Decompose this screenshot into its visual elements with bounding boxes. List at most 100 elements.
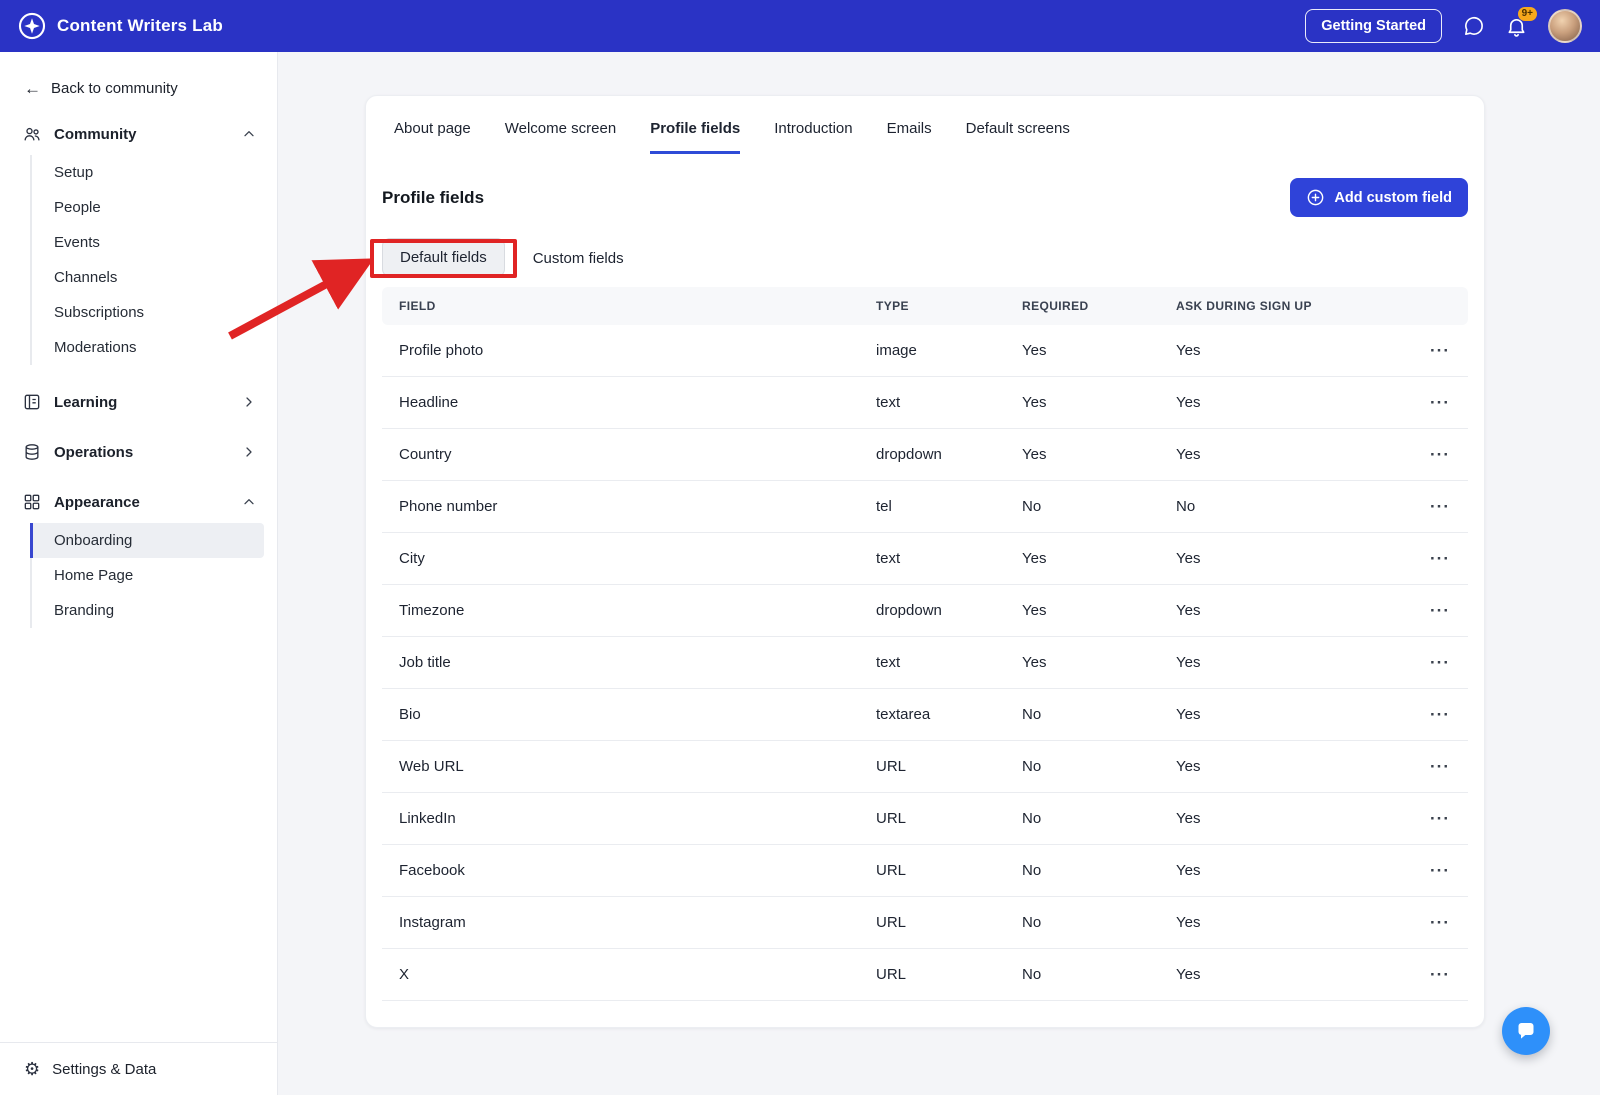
tab-about-page[interactable]: About page: [394, 120, 471, 154]
settings-data-label: Settings & Data: [52, 1060, 157, 1078]
getting-started-button[interactable]: Getting Started: [1305, 9, 1442, 43]
sidebar-section-operations[interactable]: Operations: [0, 431, 277, 473]
cell-field: Profile photo: [399, 342, 484, 359]
cell-type: URL: [876, 810, 907, 827]
table-row: Web URL URL No Yes ···: [382, 741, 1468, 793]
cell-ask: Yes: [1176, 862, 1201, 879]
row-menu-button[interactable]: ···: [1430, 497, 1450, 517]
back-to-community-link[interactable]: ← Back to community: [0, 52, 277, 113]
sidebar-section-label: Operations: [54, 443, 134, 461]
row-menu-button[interactable]: ···: [1430, 601, 1450, 621]
row-menu-button[interactable]: ···: [1430, 393, 1450, 413]
cell-required: Yes: [1022, 602, 1047, 619]
appearance-icon: [22, 492, 42, 512]
sidebar-section-community[interactable]: Community: [0, 113, 277, 155]
cell-ask: Yes: [1176, 654, 1201, 671]
cell-field: Job title: [399, 654, 451, 671]
main-card: About page Welcome screen Profile fields…: [365, 95, 1485, 1028]
sidebar-section-label: Community: [54, 125, 137, 143]
cell-ask: Yes: [1176, 446, 1201, 463]
add-custom-field-button[interactable]: Add custom field: [1290, 178, 1468, 217]
row-menu-button[interactable]: ···: [1430, 653, 1450, 673]
cell-required: No: [1022, 758, 1042, 775]
row-menu-button[interactable]: ···: [1430, 445, 1450, 465]
gear-icon: ⚙: [24, 1059, 41, 1079]
sidebar-item-channels[interactable]: Channels: [32, 260, 264, 295]
sidebar-item-moderations[interactable]: Moderations: [32, 330, 264, 365]
cell-ask: Yes: [1176, 810, 1201, 827]
row-menu-button[interactable]: ···: [1430, 705, 1450, 725]
chat-widget-button[interactable]: [1502, 1007, 1550, 1055]
user-avatar[interactable]: [1548, 9, 1582, 43]
topbar: Content Writers Lab Getting Started 9+: [0, 0, 1600, 52]
sidebar-item-home-page[interactable]: Home Page: [32, 558, 264, 593]
brand[interactable]: Content Writers Lab: [18, 12, 223, 40]
cell-field: Web URL: [399, 758, 464, 775]
cell-required: Yes: [1022, 394, 1047, 411]
sidebar-section-label: Learning: [54, 393, 118, 411]
appearance-subnav: Onboarding Home Page Branding: [30, 523, 264, 628]
tab-profile-fields[interactable]: Profile fields: [650, 120, 741, 154]
row-menu-button[interactable]: ···: [1430, 341, 1450, 361]
chevron-up-icon: [241, 126, 257, 142]
row-menu-button[interactable]: ···: [1430, 757, 1450, 777]
cell-required: No: [1022, 862, 1042, 879]
operations-icon: [22, 442, 42, 462]
column-header-type: TYPE: [876, 299, 909, 313]
table-row: Instagram URL No Yes ···: [382, 897, 1468, 949]
table-row: Timezone dropdown Yes Yes ···: [382, 585, 1468, 637]
table-row: Headline text Yes Yes ···: [382, 377, 1468, 429]
table-row: Job title text Yes Yes ···: [382, 637, 1468, 689]
cell-ask: No: [1176, 498, 1196, 515]
notifications-button[interactable]: 9+: [1505, 6, 1537, 38]
cell-ask: Yes: [1176, 966, 1201, 983]
cell-required: Yes: [1022, 446, 1047, 463]
subtab-default-fields[interactable]: Default fields: [382, 238, 505, 277]
cell-field: Headline: [399, 394, 459, 411]
tab-bar: About page Welcome screen Profile fields…: [382, 96, 1468, 154]
plus-circle-icon: [1306, 188, 1325, 207]
sidebar-item-branding[interactable]: Branding: [32, 593, 264, 628]
cell-type: tel: [876, 498, 892, 515]
sidebar-section-learning[interactable]: Learning: [0, 381, 277, 423]
cell-field: City: [399, 550, 425, 567]
tab-welcome-screen[interactable]: Welcome screen: [505, 120, 616, 154]
chat-widget-icon: [1514, 1019, 1538, 1043]
cell-field: Facebook: [399, 862, 465, 879]
row-menu-button[interactable]: ···: [1430, 809, 1450, 829]
tab-introduction[interactable]: Introduction: [774, 120, 852, 154]
cell-type: URL: [876, 914, 907, 931]
sidebar-item-events[interactable]: Events: [32, 225, 264, 260]
table-header-row: FIELD TYPE REQUIRED ASK DURING SIGN UP: [382, 287, 1468, 325]
sidebar-item-setup[interactable]: Setup: [32, 155, 264, 190]
cell-ask: Yes: [1176, 394, 1201, 411]
column-header-field: FIELD: [399, 299, 436, 313]
learning-icon: [22, 392, 42, 412]
row-menu-button[interactable]: ···: [1430, 861, 1450, 881]
cell-type: URL: [876, 758, 907, 775]
cell-field: Instagram: [399, 914, 466, 931]
sidebar-nav: Community Setup People Events Channels S…: [0, 113, 277, 636]
cell-field: Timezone: [399, 602, 465, 619]
community-subnav: Setup People Events Channels Subscriptio…: [30, 155, 264, 365]
row-menu-button[interactable]: ···: [1430, 913, 1450, 933]
community-icon: [22, 124, 42, 144]
row-menu-button[interactable]: ···: [1430, 549, 1450, 569]
tab-default-screens[interactable]: Default screens: [966, 120, 1070, 154]
page-title: Profile fields: [382, 187, 485, 207]
settings-data-link[interactable]: ⚙ Settings & Data: [0, 1042, 277, 1095]
row-menu-button[interactable]: ···: [1430, 965, 1450, 985]
back-arrow-icon: ←: [24, 79, 41, 98]
subtab-custom-fields[interactable]: Custom fields: [533, 250, 624, 267]
profile-fields-table: FIELD TYPE REQUIRED ASK DURING SIGN UP P…: [382, 287, 1468, 1001]
table-row: Facebook URL No Yes ···: [382, 845, 1468, 897]
tab-emails[interactable]: Emails: [887, 120, 932, 154]
sidebar-item-subscriptions[interactable]: Subscriptions: [32, 295, 264, 330]
sidebar-section-appearance[interactable]: Appearance: [0, 481, 277, 523]
cell-required: Yes: [1022, 342, 1047, 359]
messages-button[interactable]: [1462, 15, 1485, 38]
sidebar-item-onboarding[interactable]: Onboarding: [30, 523, 264, 558]
chevron-right-icon: [241, 444, 257, 460]
sidebar-item-people[interactable]: People: [32, 190, 264, 225]
brand-logo-icon: [18, 12, 46, 40]
